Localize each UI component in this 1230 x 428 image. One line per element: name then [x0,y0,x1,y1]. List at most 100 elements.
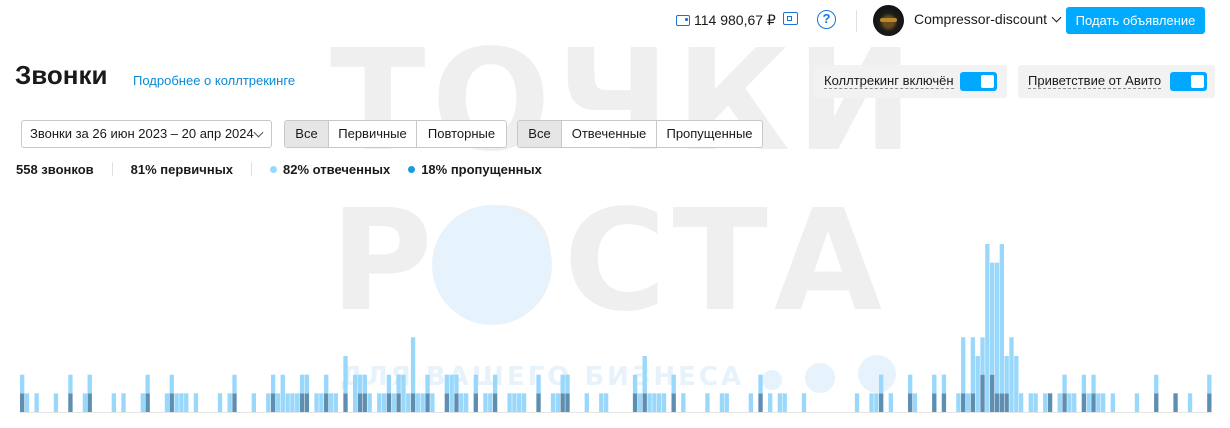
answered-bar[interactable] [517,393,522,412]
missed-bar[interactable] [304,393,310,412]
missed-bar[interactable] [1047,393,1053,412]
answered-bar[interactable] [980,337,985,375]
missed-bar[interactable] [990,374,995,412]
answered-bar[interactable] [333,393,339,412]
filter-status-all[interactable]: Все [518,121,562,147]
missed-bar[interactable] [879,393,884,412]
missed-bar[interactable] [68,393,73,412]
answered-bar[interactable] [1187,393,1193,412]
answered-bar[interactable] [1081,374,1087,394]
answered-bar[interactable] [999,244,1004,394]
answered-bar[interactable] [396,374,401,394]
missed-bar[interactable] [941,393,947,412]
answered-bar[interactable] [473,374,478,394]
answered-bar[interactable] [420,393,425,412]
answered-bar[interactable] [1101,393,1106,412]
answered-bar[interactable] [1134,393,1140,412]
answered-bar[interactable] [430,393,435,412]
answered-bar[interactable] [391,393,396,412]
answered-bar[interactable] [251,393,256,412]
missed-bar[interactable] [932,393,937,412]
answered-bar[interactable] [68,374,73,394]
answered-bar[interactable] [304,374,310,394]
missed-bar[interactable] [410,393,416,412]
answered-bar[interactable] [1009,337,1014,412]
avatar[interactable] [873,5,904,36]
answered-bar[interactable] [20,374,25,394]
missed-bar[interactable] [642,393,647,412]
answered-bar[interactable] [994,262,1000,394]
answered-bar[interactable] [1018,393,1024,412]
missed-bar[interactable] [1091,393,1096,412]
answered-bar[interactable] [637,393,643,412]
missed-bar[interactable] [169,393,174,412]
missed-bar[interactable] [536,393,541,412]
answered-bar[interactable] [270,374,276,394]
answered-bar[interactable] [632,374,638,394]
answered-bar[interactable] [386,374,392,394]
answered-bar[interactable] [879,374,884,394]
post-ad-button[interactable]: Подать объявление [1066,7,1205,34]
missed-bar[interactable] [425,393,430,412]
answered-bar[interactable] [164,393,170,412]
filter-status-missed[interactable]: Пропущенные [657,121,762,147]
date-range-select[interactable]: Звонки за 26 июн 2023 – 20 апр 2024 [21,120,272,148]
answered-bar[interactable] [121,393,126,412]
answered-bar[interactable] [217,393,223,412]
answered-bar[interactable] [555,393,561,412]
answered-bar[interactable] [319,393,324,412]
missed-bar[interactable] [907,393,913,412]
answered-bar[interactable] [1067,393,1072,412]
help-icon[interactable]: ? [817,10,836,29]
missed-bar[interactable] [473,393,478,412]
answered-bar[interactable] [603,393,609,412]
missed-bar[interactable] [396,393,401,412]
calltracking-toggle-label[interactable]: Коллтрекинг включён [824,74,954,89]
answered-bar[interactable] [647,393,652,412]
answered-bar[interactable] [483,393,488,412]
answered-bar[interactable] [415,393,421,412]
filter-status-answered[interactable]: Отвеченные [562,121,657,147]
answered-bar[interactable] [314,393,319,412]
answered-bar[interactable] [782,393,787,412]
answered-bar[interactable] [970,337,976,394]
answered-bar[interactable] [290,393,295,412]
answered-bar[interactable] [381,393,387,412]
answered-bar[interactable] [599,393,604,412]
answered-bar[interactable] [801,393,807,412]
answered-bar[interactable] [652,393,657,412]
tariff-icon[interactable] [783,12,798,25]
answered-bar[interactable] [295,393,300,412]
answered-bar[interactable] [488,393,493,412]
answered-bar[interactable] [410,337,416,394]
answered-bar[interactable] [1033,393,1038,412]
answered-bar[interactable] [1110,393,1115,412]
answered-bar[interactable] [425,374,430,394]
answered-bar[interactable] [768,393,773,412]
answered-bar[interactable] [454,374,459,394]
answered-bar[interactable] [985,244,990,412]
missed-bar[interactable] [299,393,305,412]
answered-bar[interactable] [777,393,783,412]
answered-bar[interactable] [681,393,686,412]
answered-bar[interactable] [444,374,450,394]
answered-bar[interactable] [367,393,372,412]
answered-bar[interactable] [956,393,961,412]
greeting-toggle-label[interactable]: Приветствие от Авито [1028,74,1162,89]
answered-bar[interactable] [169,374,174,394]
answered-bar[interactable] [299,374,305,394]
answered-bar[interactable] [748,393,754,412]
missed-bar[interactable] [444,393,450,412]
missed-bar[interactable] [999,393,1004,412]
missed-bar[interactable] [961,393,966,412]
answered-bar[interactable] [975,356,980,412]
missed-bar[interactable] [343,393,348,412]
answered-bar[interactable] [193,393,199,412]
answered-bar[interactable] [82,393,88,412]
answered-bar[interactable] [536,374,541,394]
missed-bar[interactable] [270,393,276,412]
answered-bar[interactable] [657,393,662,412]
answered-bar[interactable] [24,393,30,412]
answered-bar[interactable] [869,393,874,412]
answered-bar[interactable] [111,393,117,412]
